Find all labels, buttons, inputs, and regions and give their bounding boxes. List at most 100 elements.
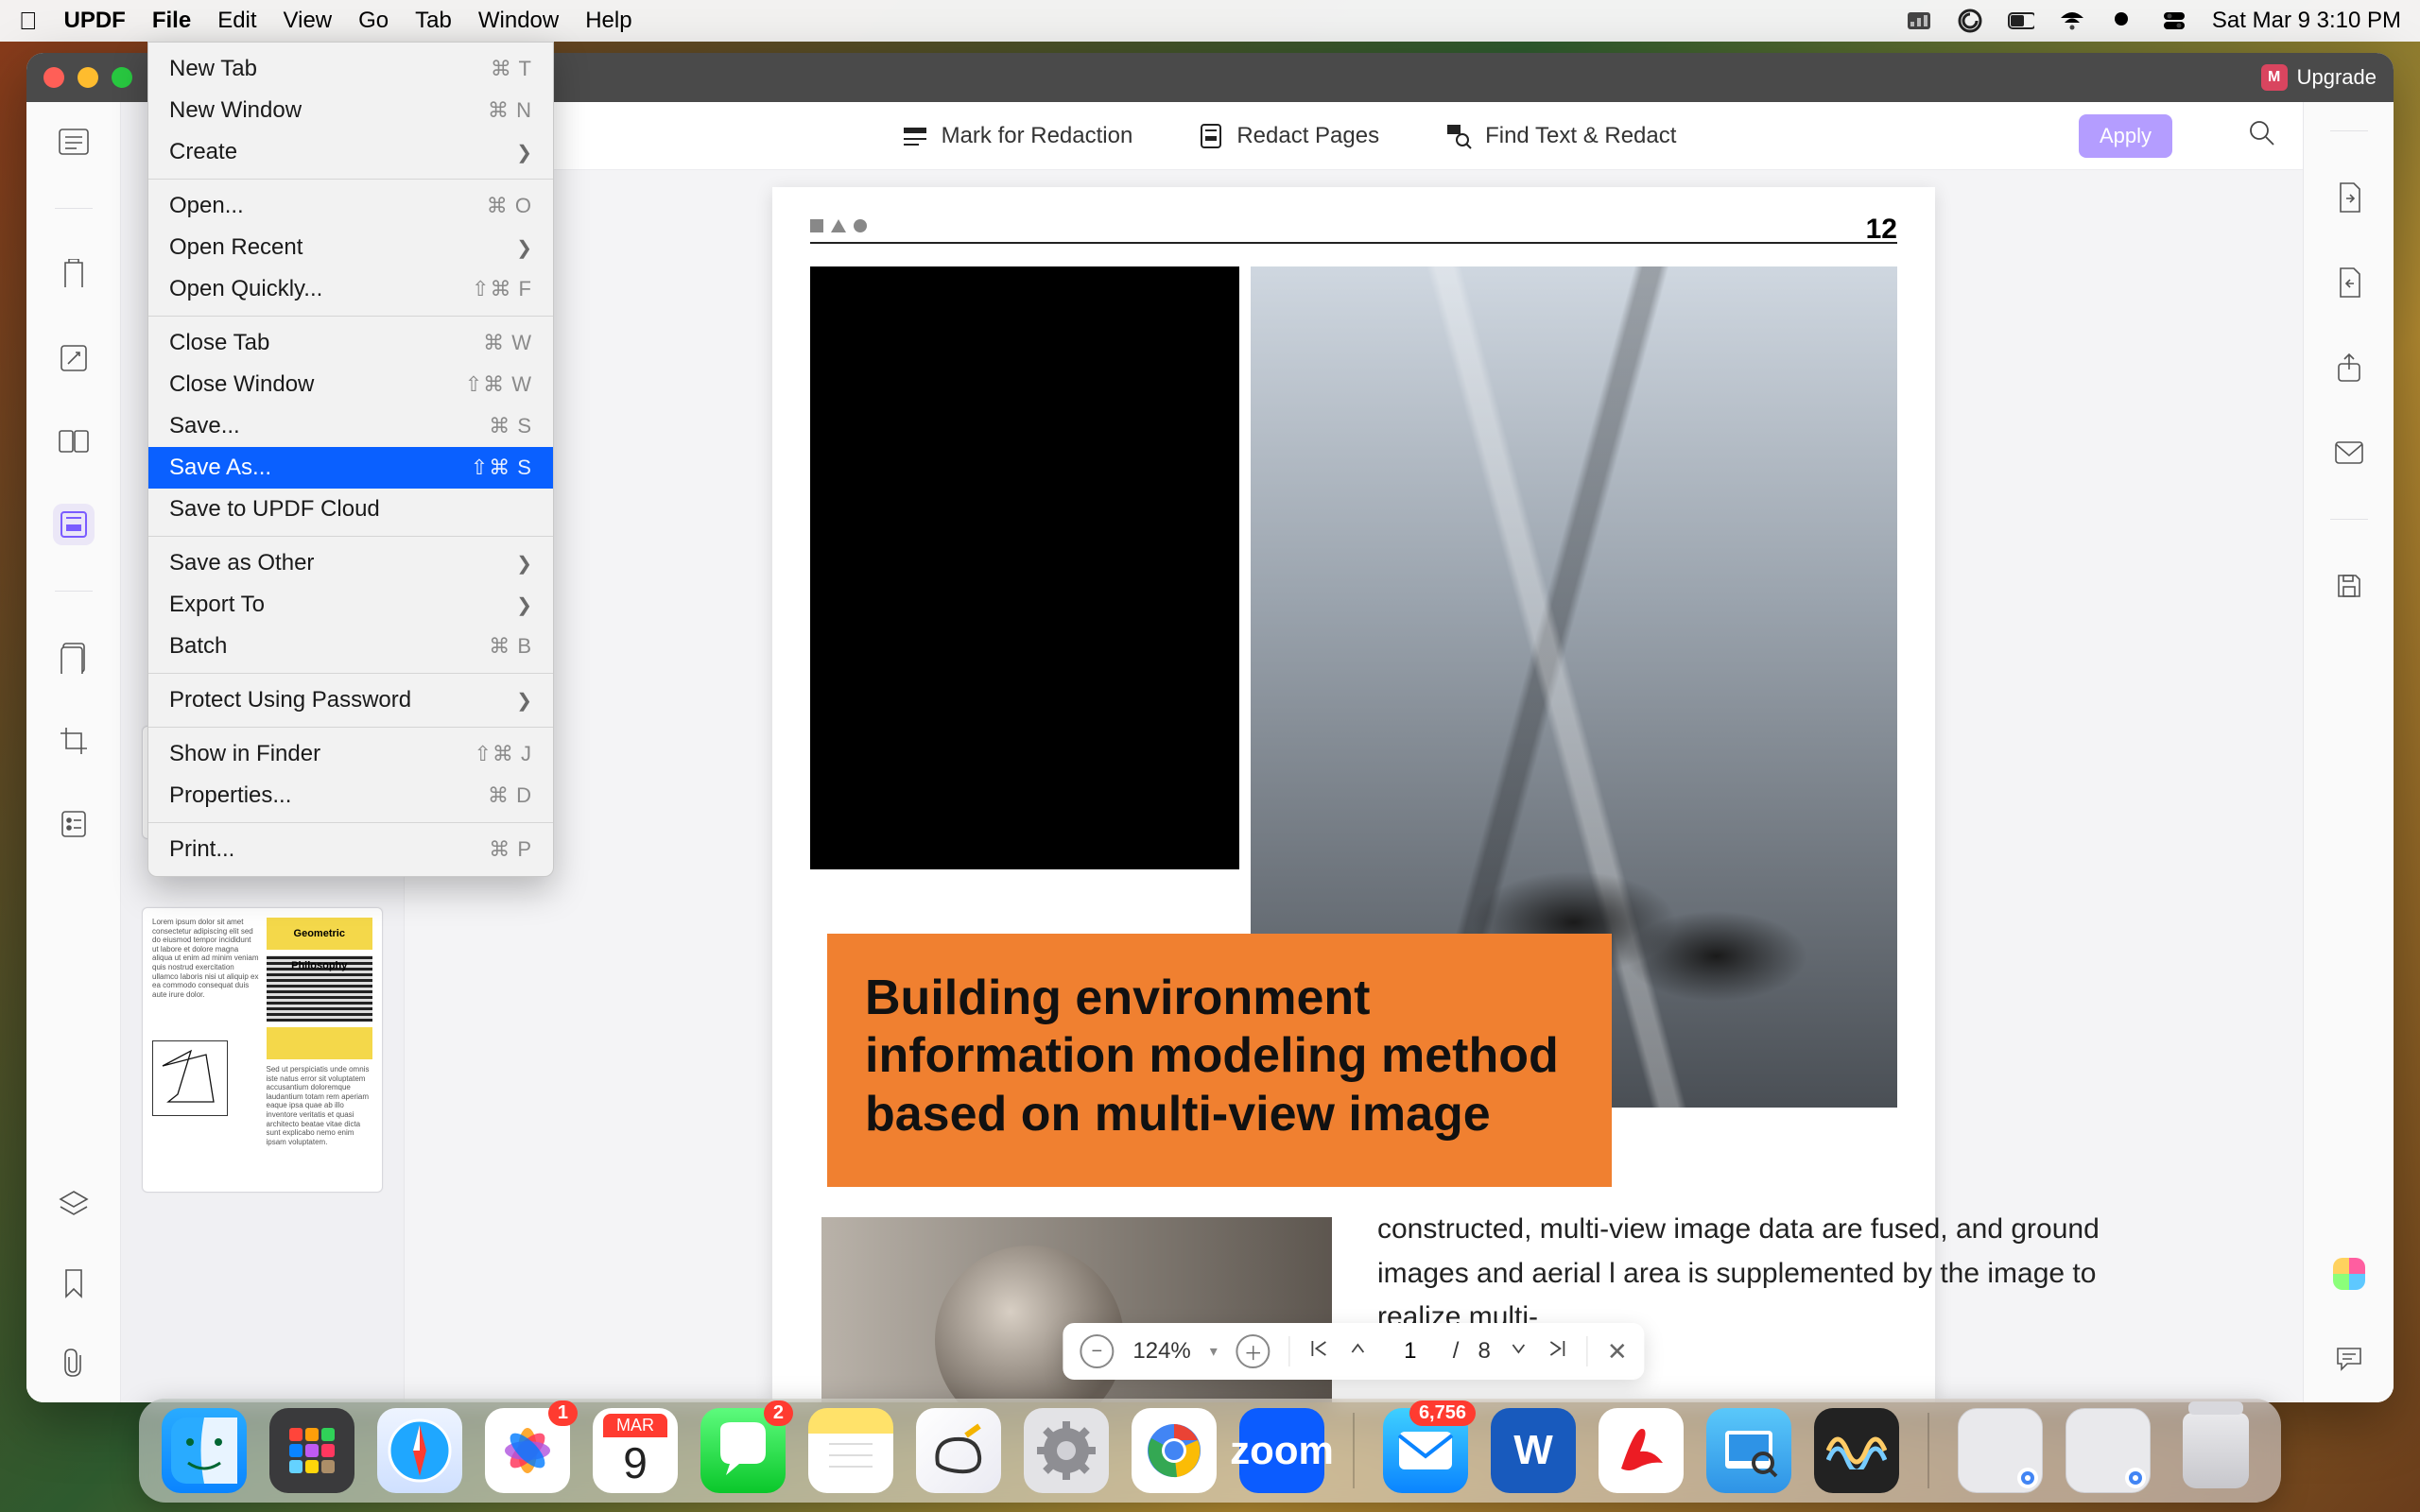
file-menu-item[interactable]: Save as Other❯ bbox=[148, 542, 553, 584]
dock-separator bbox=[1353, 1413, 1355, 1488]
crop-tool-icon[interactable] bbox=[53, 720, 95, 762]
cal-day: 9 bbox=[623, 1437, 648, 1488]
file-menu-item[interactable]: Open Quickly...⇧⌘ F bbox=[148, 268, 553, 310]
file-menu-dropdown: New Tab⌘ TNew Window⌘ NCreate❯ Open...⌘ O… bbox=[147, 42, 554, 877]
apply-button[interactable]: Apply bbox=[2079, 114, 2172, 158]
battery-icon[interactable] bbox=[2008, 10, 2034, 31]
menu-tab[interactable]: Tab bbox=[415, 8, 452, 34]
dock-chrome-icon[interactable] bbox=[1132, 1408, 1217, 1493]
file-menu-item[interactable]: New Tab⌘ T bbox=[148, 48, 553, 90]
file-menu-item[interactable]: Protect Using Password❯ bbox=[148, 679, 553, 721]
dock-generic-app-icon[interactable] bbox=[1814, 1408, 1899, 1493]
import-file-icon[interactable] bbox=[2330, 264, 2368, 301]
dock-minimized-window-2[interactable] bbox=[2066, 1408, 2151, 1493]
edit-tool-icon[interactable] bbox=[53, 337, 95, 379]
upgrade-group[interactable]: M Upgrade bbox=[2261, 64, 2377, 91]
file-menu-item[interactable]: Show in Finder⇧⌘ J bbox=[148, 733, 553, 775]
dock-messages-icon[interactable]: 2 bbox=[700, 1408, 786, 1493]
file-menu-item[interactable]: Create❯ bbox=[148, 131, 553, 173]
menu-window[interactable]: Window bbox=[478, 8, 559, 34]
menu-edit[interactable]: Edit bbox=[217, 8, 256, 34]
close-pager-button[interactable]: ✕ bbox=[1607, 1337, 1628, 1366]
dock-mail-icon[interactable]: 6,756 bbox=[1383, 1408, 1468, 1493]
app-name[interactable]: UPDF bbox=[64, 8, 126, 34]
file-menu-item[interactable]: Print...⌘ P bbox=[148, 829, 553, 870]
dock-trash-icon[interactable] bbox=[2173, 1408, 2258, 1493]
dock-notes-icon[interactable] bbox=[808, 1408, 893, 1493]
menubar-extra-icon[interactable] bbox=[1906, 10, 1932, 31]
dock-safari-icon[interactable] bbox=[377, 1408, 462, 1493]
spotlight-icon[interactable] bbox=[2110, 10, 2136, 31]
file-menu-item[interactable]: Save...⌘ S bbox=[148, 405, 553, 447]
control-center-icon[interactable] bbox=[2161, 10, 2187, 31]
dock-preview-icon[interactable] bbox=[1706, 1408, 1791, 1493]
file-menu-item[interactable]: New Window⌘ N bbox=[148, 90, 553, 131]
separator bbox=[55, 208, 93, 209]
dock-settings-icon[interactable] bbox=[1024, 1408, 1109, 1493]
email-icon[interactable] bbox=[2330, 434, 2368, 472]
apple-menu-icon[interactable]:  bbox=[19, 7, 38, 36]
menu-view[interactable]: View bbox=[284, 8, 333, 34]
dock-word-icon[interactable]: W bbox=[1491, 1408, 1576, 1493]
organize-pages-icon[interactable] bbox=[53, 421, 95, 462]
document-canvas[interactable]: 12 Building environment information mode… bbox=[405, 170, 2303, 1402]
file-menu-item[interactable]: Save As...⇧⌘ S bbox=[148, 447, 553, 489]
menu-file[interactable]: File bbox=[152, 8, 191, 34]
attachment-icon[interactable] bbox=[53, 1342, 95, 1383]
mark-for-redaction-button[interactable]: Mark for Redaction bbox=[902, 123, 1133, 149]
search-icon[interactable] bbox=[2248, 119, 2276, 152]
form-tool-icon[interactable] bbox=[53, 803, 95, 845]
menu-help[interactable]: Help bbox=[585, 8, 631, 34]
dock-launchpad-icon[interactable] bbox=[269, 1408, 354, 1493]
save-file-icon[interactable] bbox=[2330, 567, 2368, 605]
file-menu-item[interactable]: Close Tab⌘ W bbox=[148, 322, 553, 364]
file-menu-item[interactable]: Close Window⇧⌘ W bbox=[148, 364, 553, 405]
find-and-redact-button[interactable]: Find Text & Redact bbox=[1445, 123, 1676, 149]
share-icon[interactable] bbox=[2330, 349, 2368, 387]
menubar-right: Sat Mar 9 3:10 PM bbox=[1906, 8, 2401, 34]
prev-page-button[interactable] bbox=[1349, 1338, 1368, 1365]
bookmark-icon[interactable] bbox=[53, 1263, 95, 1304]
file-menu-item[interactable]: Batch⌘ B bbox=[148, 626, 553, 667]
dock-acrobat-icon[interactable] bbox=[1599, 1408, 1684, 1493]
page-input[interactable] bbox=[1387, 1338, 1434, 1365]
file-menu-item[interactable]: Open Recent❯ bbox=[148, 227, 553, 268]
dock-minimized-window-1[interactable] bbox=[1958, 1408, 2043, 1493]
menu-go[interactable]: Go bbox=[358, 8, 389, 34]
ai-assistant-icon[interactable] bbox=[2330, 1255, 2368, 1293]
dock-calendar-icon[interactable]: MAR9 bbox=[593, 1408, 678, 1493]
redact-tool-icon[interactable] bbox=[53, 504, 95, 545]
layers-icon[interactable] bbox=[53, 1183, 95, 1225]
next-page-button[interactable] bbox=[1510, 1338, 1529, 1365]
last-page-button[interactable] bbox=[1547, 1338, 1568, 1366]
zoom-dropdown-icon[interactable]: ▾ bbox=[1210, 1342, 1218, 1361]
reader-mode-icon[interactable] bbox=[53, 121, 95, 163]
zoom-in-button[interactable]: ＋ bbox=[1236, 1334, 1270, 1368]
zoom-level[interactable]: 124% bbox=[1132, 1338, 1190, 1365]
redact-pages-button[interactable]: Redact Pages bbox=[1199, 123, 1379, 149]
dock-freeform-icon[interactable] bbox=[916, 1408, 1001, 1493]
menubar-clock[interactable]: Sat Mar 9 3:10 PM bbox=[2212, 8, 2401, 34]
dock-finder-icon[interactable] bbox=[162, 1408, 247, 1493]
comment-tool-icon[interactable] bbox=[53, 254, 95, 296]
dock-photos-icon[interactable]: 1 bbox=[485, 1408, 570, 1493]
dock-zoom-icon[interactable]: zoom bbox=[1239, 1408, 1324, 1493]
file-menu-item[interactable]: Export To❯ bbox=[148, 584, 553, 626]
dock: 1 MAR9 2 zoom 6,756 W bbox=[139, 1399, 2281, 1503]
wifi-icon[interactable] bbox=[2059, 10, 2085, 31]
first-page-button[interactable] bbox=[1309, 1338, 1330, 1366]
close-window-button[interactable] bbox=[43, 67, 64, 88]
page-tools-icon[interactable] bbox=[53, 637, 95, 679]
grammarly-icon[interactable] bbox=[1957, 10, 1983, 31]
file-menu-item[interactable]: Save to UPDF Cloud bbox=[148, 489, 553, 530]
zoom-out-button[interactable]: − bbox=[1080, 1334, 1114, 1368]
minimize-window-button[interactable] bbox=[78, 67, 98, 88]
file-menu-item[interactable]: Properties...⌘ D bbox=[148, 775, 553, 816]
cal-month: MAR bbox=[603, 1414, 667, 1437]
export-file-icon[interactable] bbox=[2330, 179, 2368, 216]
mail-badge: 6,756 bbox=[1409, 1400, 1476, 1426]
comments-panel-icon[interactable] bbox=[2330, 1340, 2368, 1378]
thumbnail-page-3[interactable]: Lorem ipsum dolor sit amet consectetur a… bbox=[142, 907, 383, 1193]
maximize-window-button[interactable] bbox=[112, 67, 132, 88]
file-menu-item[interactable]: Open...⌘ O bbox=[148, 185, 553, 227]
